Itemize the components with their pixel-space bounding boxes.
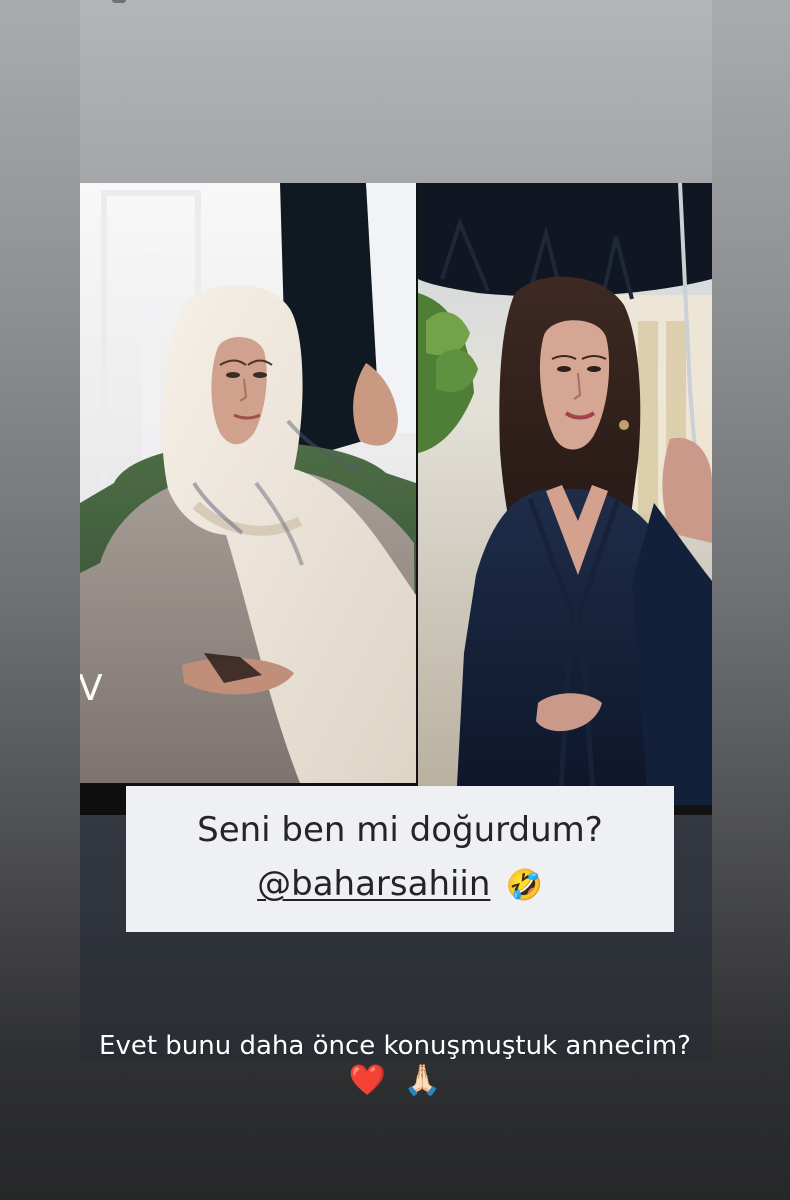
- story-progress-indicator: [112, 0, 126, 3]
- left-portrait-photo: V: [80, 183, 416, 783]
- left-photo-overlay-text: V: [80, 668, 105, 709]
- story-photo-collage: V: [80, 183, 712, 815]
- woman-headscarf-portrait-icon: [80, 183, 416, 783]
- caption-title: Seni ben mi doğurdum?: [197, 810, 603, 850]
- mention-link[interactable]: @baharsahiin: [257, 864, 490, 904]
- laughing-emoji-icon: 🤣: [505, 868, 543, 903]
- bottom-emoji-row: ❤️ 🙏🏻: [0, 1066, 790, 1096]
- story-bottom-caption: Evet bunu daha önce konuşmuştuk annecim?: [99, 1031, 691, 1061]
- caption-sticker: Seni ben mi doğurdum? @baharsahiin 🤣: [126, 786, 674, 932]
- praying-hands-emoji-icon: 🙏🏻: [403, 1063, 442, 1098]
- woman-umbrella-portrait-icon: [418, 183, 712, 805]
- caption-handle-row: @baharsahiin 🤣: [126, 864, 674, 904]
- right-portrait-photo: [418, 183, 712, 805]
- red-heart-emoji-icon: ❤️: [348, 1063, 387, 1098]
